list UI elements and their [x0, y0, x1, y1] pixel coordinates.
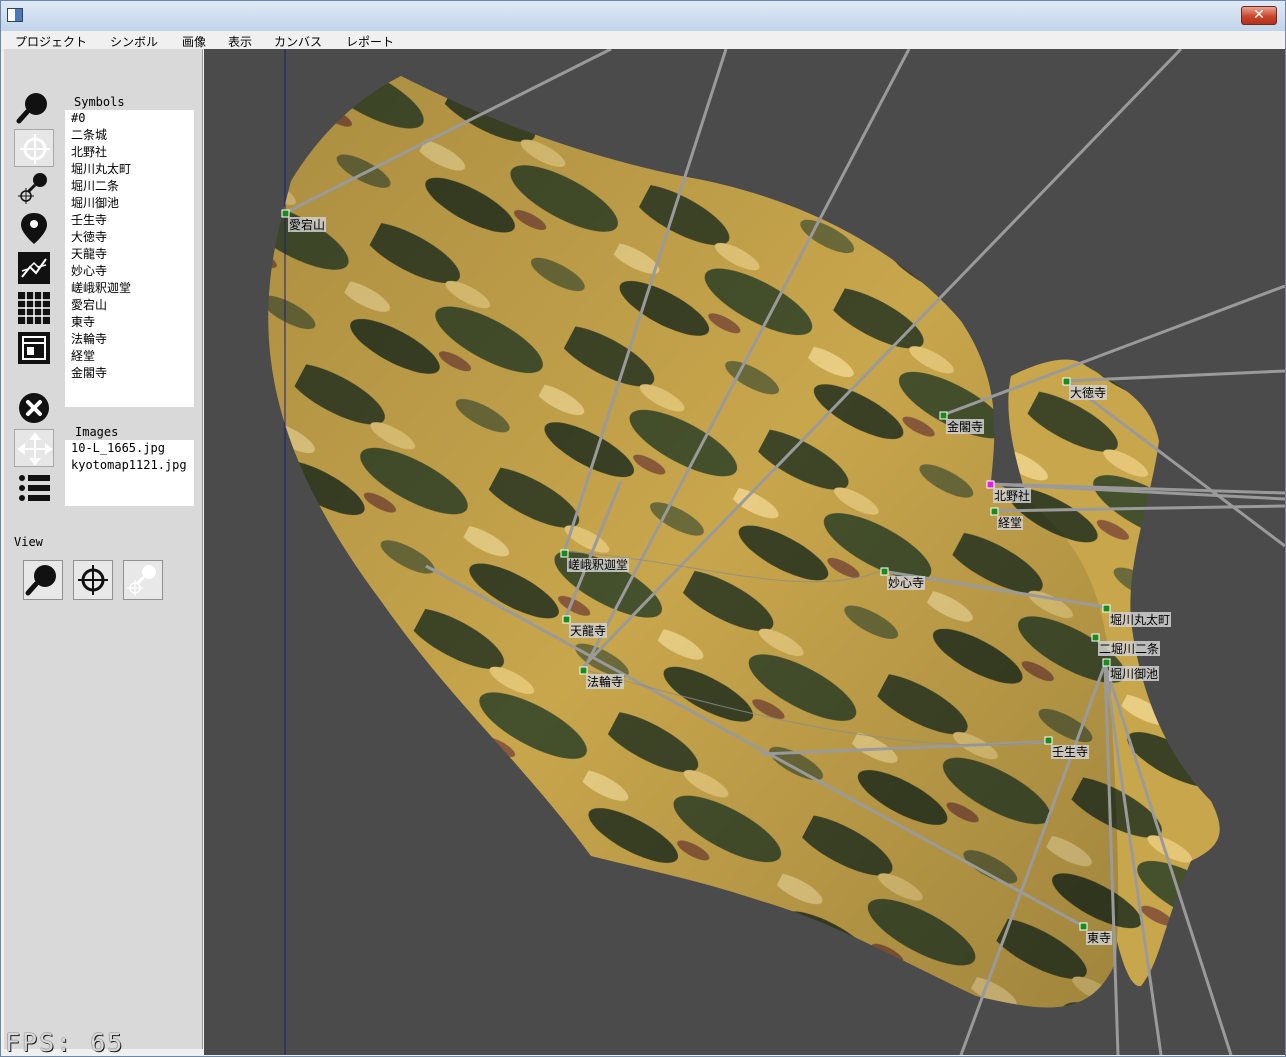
symbol-list-item[interactable]: 堀川丸太町 — [65, 161, 194, 178]
symbols-list[interactable]: #0 二条城 北野社 堀川丸太町 堀川二条 堀川御池 壬生寺 大徳寺 天龍寺 妙心寺 嵯峨釈迦堂 愛宕… — [65, 110, 194, 407]
symbol-list-item[interactable]: 妙心寺 — [65, 263, 194, 280]
menu-symbol[interactable]: シンボル — [110, 33, 158, 50]
move-icon — [17, 432, 53, 466]
crosshair-view-button[interactable] — [73, 560, 113, 600]
marker-label: 経堂 — [998, 516, 1022, 530]
marker-point — [1102, 604, 1111, 613]
marker-label: 大徳寺 — [1070, 385, 1106, 400]
images-list[interactable]: 10-L_1665.jpg kyotomap1121.jpg — [65, 440, 194, 506]
menu-canvas[interactable]: カンバス — [274, 33, 322, 50]
marker-point — [281, 209, 290, 218]
marker-label: 壬生寺 — [1052, 745, 1088, 759]
crosshair-tool-button[interactable] — [14, 129, 54, 167]
layout-icon — [18, 332, 50, 364]
marker-label: 法輪寺 — [587, 674, 623, 689]
symbols-heading: Symbols — [74, 95, 125, 109]
app-window: ✕ プロジェクト シンボル 画像 表示 カンバス レポート Symbols #0… — [0, 0, 1286, 1057]
tool-panel: Symbols #0 二条城 北野社 堀川丸太町 堀川二条 堀川御池 壬生寺 大徳寺 天龍寺 妙心… — [4, 49, 203, 1049]
symbol-list-item[interactable]: 法輪寺 — [65, 331, 194, 348]
place-marker-icon — [21, 213, 47, 244]
marker-point — [579, 666, 588, 675]
marker-label: 堀川御池 — [1110, 666, 1158, 681]
menu-view[interactable]: 表示 — [228, 33, 252, 50]
symbol-list-item[interactable]: #0 — [65, 110, 194, 127]
grid-icon — [18, 292, 50, 324]
zoom-tool-icon — [16, 93, 47, 124]
marker-point — [1102, 658, 1111, 667]
symbol-list-item[interactable]: 二条城 — [65, 127, 194, 144]
marker-point — [1062, 377, 1071, 386]
symbol-list-item[interactable]: 北野社 — [65, 144, 194, 161]
marker-label: 嵯峨釈迦堂 — [568, 558, 628, 572]
menu-image[interactable]: 画像 — [182, 33, 206, 50]
menu-report[interactable]: レポート — [346, 33, 394, 50]
point-zoom-tool-icon — [18, 173, 47, 204]
symbol-list-item[interactable]: 堀川御池 — [65, 195, 194, 212]
crosshair-tool-icon — [20, 134, 50, 164]
marker-label: 二堀川二条 — [1099, 641, 1159, 656]
marker-point — [939, 411, 948, 420]
point-view-button[interactable] — [123, 560, 163, 600]
marker-point — [562, 615, 571, 624]
marker-point — [1044, 736, 1053, 745]
zoom-view-icon — [25, 565, 56, 596]
grid-button[interactable] — [14, 289, 54, 327]
marker-point — [986, 480, 995, 489]
point-zoom-tool-button[interactable] — [14, 169, 54, 207]
marker-point — [990, 507, 999, 516]
image-list-item[interactable]: 10-L_1665.jpg — [65, 440, 194, 457]
close-button[interactable]: ✕ — [1241, 6, 1277, 25]
view-heading: View — [14, 535, 43, 549]
symbol-list-item[interactable]: 堀川二条 — [65, 178, 194, 195]
marker-label: 金閣寺 — [947, 419, 983, 434]
symbol-list-item[interactable]: 経堂 — [65, 348, 194, 365]
marker-label: 北野社 — [994, 488, 1030, 503]
list-button[interactable] — [14, 469, 54, 507]
symbol-list-item[interactable]: 金閣寺 — [65, 365, 194, 382]
marker-label: 天龍寺 — [570, 623, 606, 638]
title-bar[interactable]: ✕ — [1, 1, 1285, 32]
place-marker-button[interactable] — [14, 209, 54, 247]
symbol-list-item[interactable]: 愛宕山 — [65, 297, 194, 314]
symbol-list-item[interactable]: 大徳寺 — [65, 229, 194, 246]
symbol-list-item[interactable]: 天龍寺 — [65, 246, 194, 263]
menu-project[interactable]: プロジェクト — [15, 33, 87, 50]
symbol-list-item[interactable]: 壬生寺 — [65, 212, 194, 229]
layout-button[interactable] — [14, 329, 54, 367]
menu-bar: プロジェクト シンボル 画像 表示 カンバス レポート — [1, 31, 1285, 50]
warped-map-view[interactable]: 愛宕山金閣寺 大徳寺北野社経堂嵯峨釈迦堂妙心寺天龍寺 堀川丸太町二堀川二条堀川御池法… — [204, 49, 1285, 1055]
point-view-icon — [127, 565, 156, 596]
marker-label: 東寺 — [1087, 931, 1111, 945]
move-button[interactable] — [14, 429, 54, 467]
fps-counter: FPS: 65 — [5, 1028, 125, 1057]
symbol-list-item[interactable]: 嵯峨釈迦堂 — [65, 280, 194, 297]
line-chart-icon — [18, 252, 50, 284]
marker-point — [880, 567, 889, 576]
map-canvas[interactable]: 愛宕山金閣寺 大徳寺北野社経堂嵯峨釈迦堂妙心寺天龍寺 堀川丸太町二堀川二条堀川御池法… — [204, 49, 1285, 1055]
symbol-list-item[interactable]: 東寺 — [65, 314, 194, 331]
marker-label: 愛宕山 — [289, 217, 325, 232]
zoom-view-button[interactable] — [23, 560, 63, 600]
line-chart-button[interactable] — [14, 249, 54, 287]
image-list-item[interactable]: kyotomap1121.jpg — [65, 457, 194, 474]
crosshair-view-icon — [78, 565, 108, 595]
zoom-tool-button[interactable] — [14, 89, 54, 127]
marker-point — [1079, 922, 1088, 931]
delete-icon — [19, 393, 49, 423]
marker-point — [560, 549, 569, 558]
map-shading — [268, 76, 1119, 1008]
app-icon — [7, 8, 23, 22]
images-heading: Images — [75, 425, 119, 439]
marker-point — [1091, 633, 1100, 642]
delete-button[interactable] — [14, 389, 54, 427]
marker-label: 妙心寺 — [888, 576, 924, 590]
list-icon — [19, 475, 50, 501]
marker-label: 堀川丸太町 — [1110, 612, 1170, 627]
